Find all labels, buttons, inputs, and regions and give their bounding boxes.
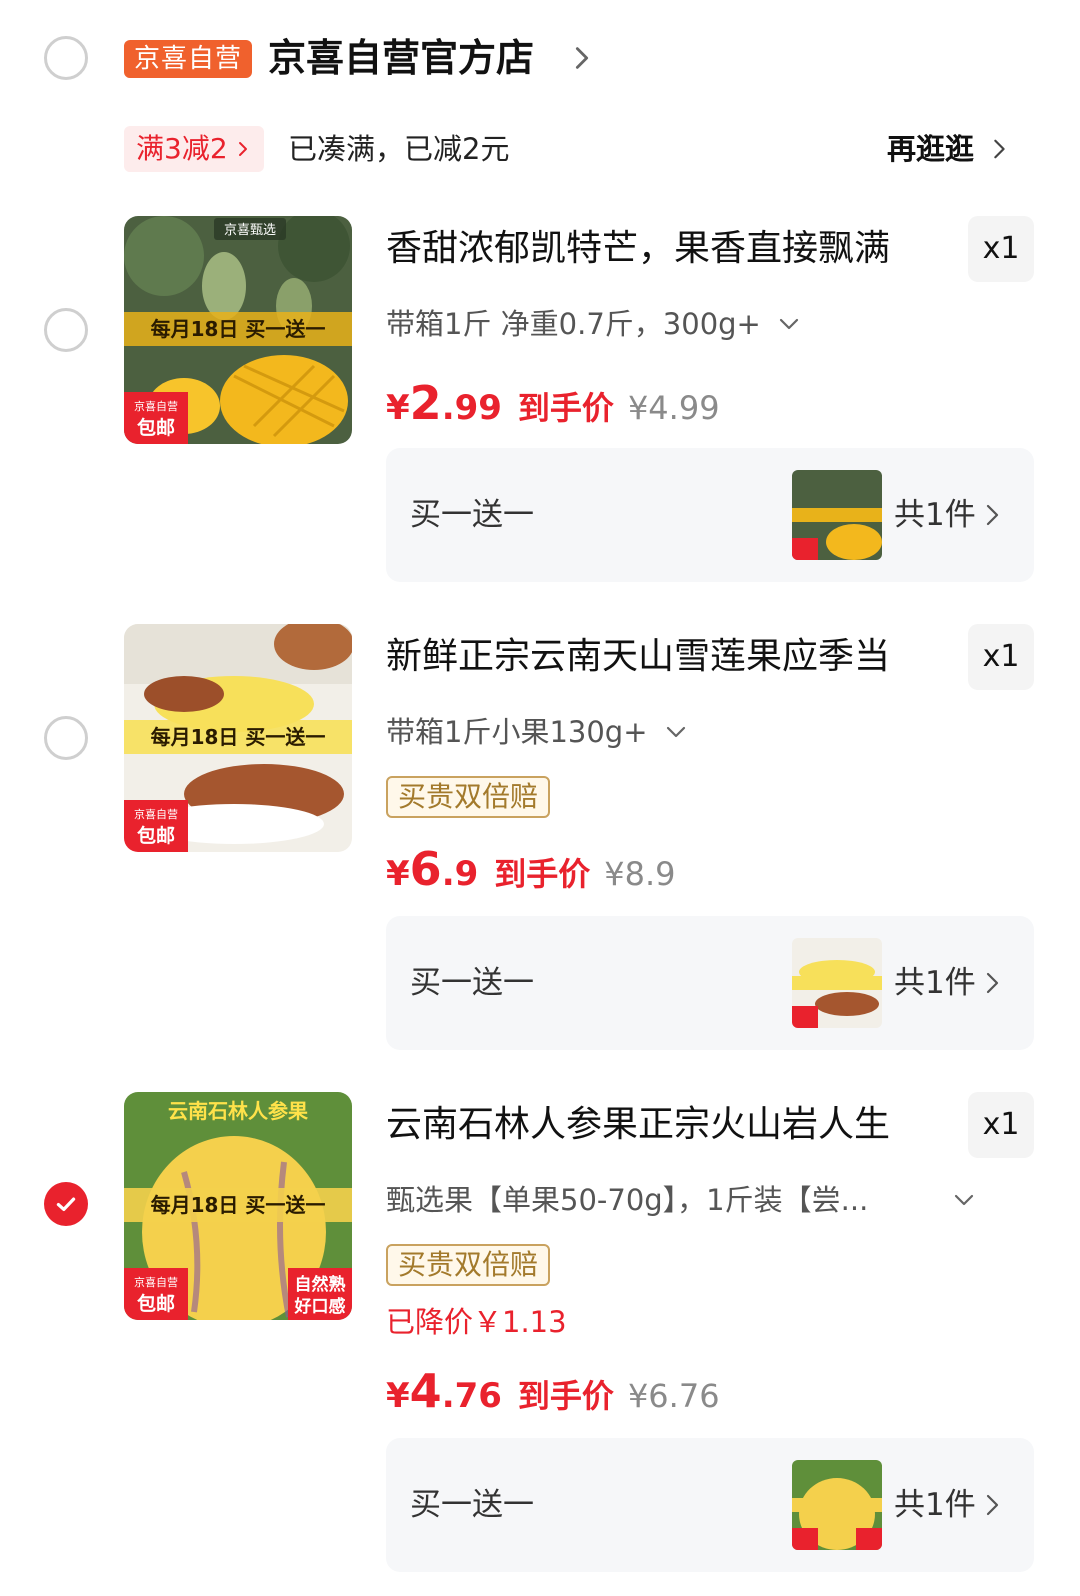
thumb-corner-bottom: 包邮: [137, 416, 175, 439]
price-guarantee-badge: 买贵双倍赔: [386, 776, 551, 818]
browse-more-button[interactable]: 再逛逛: [887, 126, 1010, 172]
chevron-right-icon: [994, 139, 1005, 159]
spec-text: 带箱1斤小果130g+: [386, 715, 648, 749]
price-integer: 6: [409, 842, 442, 896]
thumb-top-text: 京喜甄选: [224, 223, 276, 238]
original-price: ¥8.9: [604, 855, 676, 893]
gift-product-image: [792, 938, 882, 1028]
price-row: ¥ 2 .99 到手价 ¥4.99: [386, 376, 720, 430]
price-decimal: .76: [441, 1376, 502, 1416]
gift-bar[interactable]: 买一送一 共1件: [386, 1438, 1034, 1572]
quantity-button[interactable]: x1: [968, 1092, 1034, 1158]
thumb-corner-top: 京喜自营: [134, 399, 178, 413]
gift-count: 共1件: [894, 497, 976, 533]
quantity-button[interactable]: x1: [968, 624, 1034, 690]
thumb-corner-right-bottom: 好口感: [294, 1296, 346, 1317]
price-integer: 4: [409, 1364, 442, 1418]
chevron-right-icon: [238, 142, 247, 156]
original-price: ¥4.99: [627, 389, 720, 427]
product-image-yacon[interactable]: 每月18日 买一送一 京喜自营 包邮: [124, 624, 352, 852]
price-symbol: ¥: [386, 854, 410, 894]
promo-badge-label: 满3减2: [136, 132, 228, 165]
item-select-radio[interactable]: [44, 716, 88, 760]
gift-product-image: [792, 470, 882, 560]
item-select-radio[interactable]: [44, 308, 88, 352]
thumb-top-text: 云南石林人参果: [168, 1099, 308, 1123]
gift-count: 共1件: [894, 1487, 976, 1523]
spec-text: 甄选果【单果50-70g】，1斤装【尝...: [386, 1183, 869, 1217]
thumb-corner-top: 京喜自营: [134, 807, 178, 821]
price-guarantee-badge: 买贵双倍赔: [386, 1244, 551, 1286]
chevron-right-icon[interactable]: [568, 44, 596, 72]
quantity-button[interactable]: x1: [968, 216, 1034, 282]
thumb-banner: 每月18日 买一送一: [151, 1193, 326, 1217]
product-image-mango[interactable]: 京喜甄选 每月18日 买一送一 京喜自营 包邮: [124, 216, 352, 444]
thumb-banner: 每月18日 买一送一: [151, 725, 326, 749]
chevron-down-icon: [666, 726, 685, 738]
price-symbol: ¥: [386, 1376, 410, 1416]
thumb-corner-bottom: 包邮: [137, 824, 175, 847]
promo-status-text: 已凑满，已减2元: [288, 132, 510, 166]
price-row: ¥ 4 .76 到手价 ¥6.76: [386, 1364, 720, 1418]
browse-more-label: 再逛逛: [886, 132, 974, 166]
price-integer: 2: [409, 376, 442, 430]
product-title[interactable]: 香甜浓郁凯特芒，果香直接飘满: [386, 222, 946, 276]
shop-header: 京喜自营 京喜自营官方店: [0, 0, 1080, 120]
spec-selector[interactable]: 带箱1斤小果130g+: [386, 710, 688, 754]
shop-select-radio[interactable]: [44, 36, 88, 80]
original-price: ¥6.76: [627, 1377, 720, 1415]
price-label: 到手价: [517, 1377, 614, 1415]
item-select-radio[interactable]: [44, 1182, 88, 1226]
chevron-right-icon: [986, 972, 999, 994]
price-symbol: ¥: [386, 388, 410, 428]
gift-label: 买一送一: [410, 497, 534, 533]
chevron-down-icon: [954, 1194, 974, 1206]
product-title[interactable]: 云南石林人参果正宗火山岩人生: [386, 1098, 946, 1152]
spec-text: 带箱1斤 净重0.7斤，300g+: [386, 307, 761, 341]
thumb-corner-bottom: 包邮: [137, 1292, 175, 1315]
gift-bar[interactable]: 买一送一 共1件: [386, 448, 1034, 582]
shop-name[interactable]: 京喜自营官方店: [268, 30, 534, 86]
checkmark-icon: [56, 1197, 76, 1212]
price-label: 到手价: [517, 389, 614, 427]
price-drop-text: 已降价￥1.13: [386, 1305, 567, 1339]
price-row: ¥ 6 .9 到手价 ¥8.9: [386, 842, 676, 896]
gift-bar[interactable]: 买一送一 共1件: [386, 916, 1034, 1050]
price-decimal: .99: [441, 388, 502, 428]
product-title[interactable]: 新鲜正宗云南天山雪莲果应季当: [386, 630, 946, 684]
price-decimal: .9: [441, 854, 479, 894]
promo-badge[interactable]: 满3减2: [124, 126, 264, 172]
spec-selector[interactable]: 带箱1斤 净重0.7斤，300g+: [386, 302, 801, 346]
thumb-corner-top: 京喜自营: [134, 1275, 178, 1289]
shop-tag: 京喜自营: [124, 40, 253, 78]
chevron-right-icon: [986, 1494, 999, 1516]
chevron-right-icon: [986, 504, 999, 526]
chevron-down-icon: [779, 318, 798, 330]
product-image-pepino[interactable]: 云南石林人参果 每月18日 买一送一 京喜自营 包邮 自然熟 好口感: [124, 1092, 352, 1320]
gift-product-image: [792, 1460, 882, 1550]
price-label: 到手价: [494, 855, 591, 893]
gift-label: 买一送一: [410, 1487, 534, 1523]
gift-count: 共1件: [894, 965, 976, 1001]
thumb-banner: 每月18日 买一送一: [151, 317, 326, 341]
gift-label: 买一送一: [410, 965, 534, 1001]
spec-selector[interactable]: 甄选果【单果50-70g】，1斤装【尝...: [386, 1178, 976, 1222]
thumb-corner-right-top: 自然熟: [295, 1274, 346, 1295]
